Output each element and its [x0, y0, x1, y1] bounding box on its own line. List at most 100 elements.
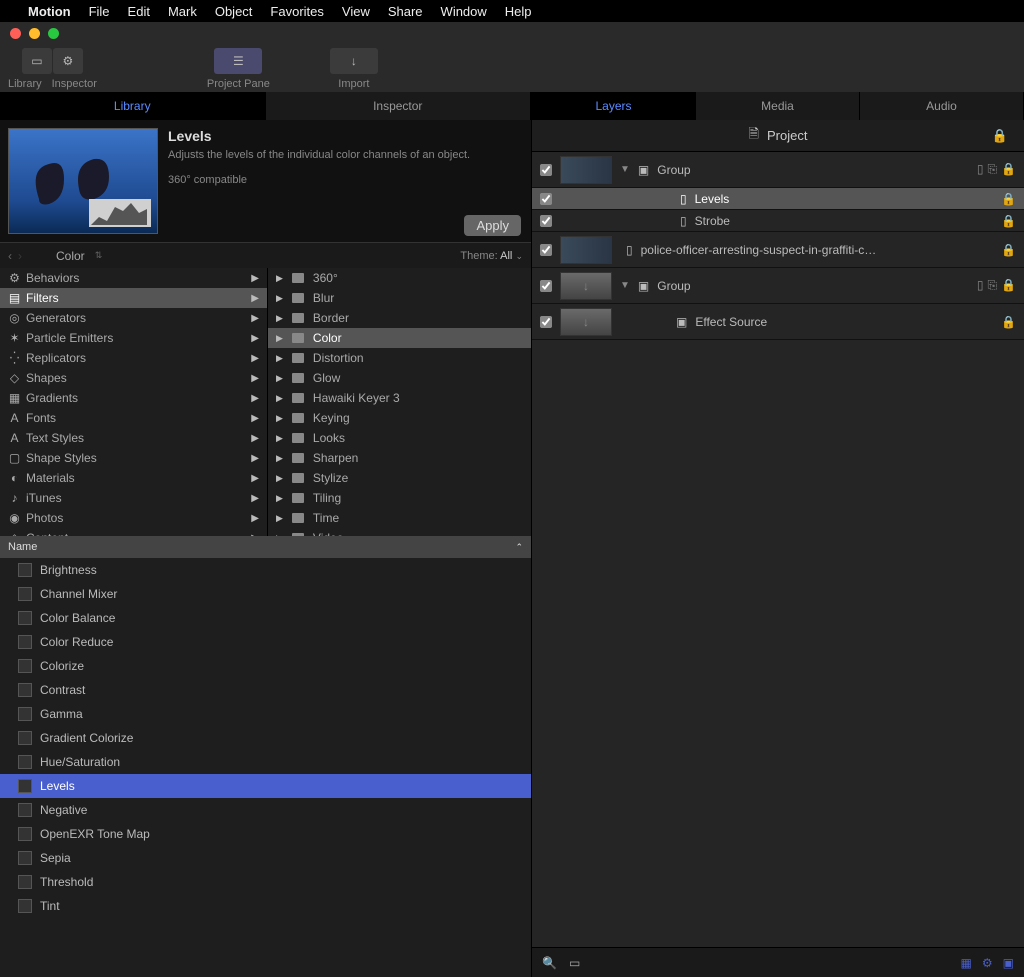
- subcategory-time[interactable]: ▶Time: [268, 508, 531, 528]
- sort-icon[interactable]: ⌃: [515, 542, 523, 553]
- result-gradient-colorize[interactable]: Gradient Colorize: [0, 726, 531, 750]
- layer-name[interactable]: police-officer-arresting-suspect-in-graf…: [641, 243, 993, 257]
- link-icon[interactable]: ⎘: [987, 278, 997, 293]
- link-icon[interactable]: ⎘: [987, 162, 997, 177]
- path-label[interactable]: Color: [56, 249, 85, 263]
- result-gamma[interactable]: Gamma: [0, 702, 531, 726]
- layer-visibility-checkbox[interactable]: [540, 164, 552, 176]
- tab-library[interactable]: Library: [0, 92, 266, 120]
- result-tint[interactable]: Tint: [0, 894, 531, 918]
- layer-name[interactable]: Group: [657, 279, 969, 293]
- menu-object[interactable]: Object: [215, 4, 253, 19]
- library-toggle-button[interactable]: ▭: [22, 48, 52, 74]
- inspector-toggle-button[interactable]: ⚙: [53, 48, 83, 74]
- subcategory-border[interactable]: ▶Border: [268, 308, 531, 328]
- stack-icon[interactable]: ▯: [977, 278, 984, 293]
- menu-share[interactable]: Share: [388, 4, 423, 19]
- category-generators[interactable]: ◎Generators▶: [0, 308, 267, 328]
- layer-row[interactable]: ▼ ▣ Group ▯⎘🔒: [532, 152, 1024, 188]
- subcategory-stylize[interactable]: ▶Stylize: [268, 468, 531, 488]
- category-shape-styles[interactable]: ▢Shape Styles▶: [0, 448, 267, 468]
- layer-name[interactable]: Strobe: [695, 214, 993, 228]
- search-icon[interactable]: 🔍: [542, 956, 557, 970]
- window-icon[interactable]: ▣: [1003, 956, 1014, 970]
- disclosure-toggle[interactable]: ▼: [620, 164, 630, 175]
- result-negative[interactable]: Negative: [0, 798, 531, 822]
- project-pane-button[interactable]: ☰: [214, 48, 262, 74]
- tab-audio[interactable]: Audio: [860, 92, 1024, 120]
- theme-dropdown-icon[interactable]: ⌄: [515, 251, 523, 261]
- tab-inspector[interactable]: Inspector: [266, 92, 532, 120]
- result-brightness[interactable]: Brightness: [0, 558, 531, 582]
- layer-visibility-checkbox[interactable]: [540, 280, 552, 292]
- lock-icon[interactable]: 🔒: [1001, 162, 1016, 177]
- result-levels[interactable]: Levels: [0, 774, 531, 798]
- result-color-balance[interactable]: Color Balance: [0, 606, 531, 630]
- layer-row[interactable]: ↓ ▼ ▣ Group ▯⎘🔒: [532, 268, 1024, 304]
- result-threshold[interactable]: Threshold: [0, 870, 531, 894]
- result-openexr-tone-map[interactable]: OpenEXR Tone Map: [0, 822, 531, 846]
- lock-icon[interactable]: 🔒: [1001, 243, 1016, 257]
- result-color-reduce[interactable]: Color Reduce: [0, 630, 531, 654]
- category-photos[interactable]: ◉Photos▶: [0, 508, 267, 528]
- disclosure-toggle[interactable]: ▼: [620, 280, 630, 291]
- result-sepia[interactable]: Sepia: [0, 846, 531, 870]
- layer-name[interactable]: Levels: [695, 192, 993, 206]
- category-replicators[interactable]: ⁛Replicators▶: [0, 348, 267, 368]
- fit-icon[interactable]: ▭: [569, 956, 580, 970]
- menu-mark[interactable]: Mark: [168, 4, 197, 19]
- app-menu[interactable]: Motion: [28, 4, 71, 19]
- subcategory-tiling[interactable]: ▶Tiling: [268, 488, 531, 508]
- layer-name[interactable]: Effect Source: [695, 315, 993, 329]
- mask-icon[interactable]: ▦: [961, 956, 972, 970]
- nav-back-button[interactable]: ‹: [8, 249, 12, 263]
- category-itunes[interactable]: ♪iTunes▶: [0, 488, 267, 508]
- category-materials[interactable]: ◐Materials▶: [0, 468, 267, 488]
- gear-icon[interactable]: ⚙: [982, 956, 993, 970]
- category-particle-emitters[interactable]: ✶Particle Emitters▶: [0, 328, 267, 348]
- subcategory-looks[interactable]: ▶Looks: [268, 428, 531, 448]
- path-dropdown-icon[interactable]: ⇅: [95, 250, 103, 261]
- result-channel-mixer[interactable]: Channel Mixer: [0, 582, 531, 606]
- lock-icon[interactable]: 🔒: [1001, 192, 1016, 206]
- subcategory-360-[interactable]: ▶360°: [268, 268, 531, 288]
- layer-row[interactable]: ▯ police-officer-arresting-suspect-in-gr…: [532, 232, 1024, 268]
- subcategory-video[interactable]: ▶Video: [268, 528, 531, 536]
- layer-visibility-checkbox[interactable]: [540, 215, 552, 227]
- category-filters[interactable]: ▤Filters▶: [0, 288, 267, 308]
- layer-row[interactable]: ↓ ▣ Effect Source 🔒: [532, 304, 1024, 340]
- menu-edit[interactable]: Edit: [128, 4, 150, 19]
- layer-visibility-checkbox[interactable]: [540, 193, 552, 205]
- menu-file[interactable]: File: [89, 4, 110, 19]
- tab-media[interactable]: Media: [696, 92, 860, 120]
- result-contrast[interactable]: Contrast: [0, 678, 531, 702]
- stack-icon[interactable]: ▯: [977, 162, 984, 177]
- close-window-button[interactable]: [10, 28, 21, 39]
- result-hue-saturation[interactable]: Hue/Saturation: [0, 750, 531, 774]
- layer-row[interactable]: ▯ Strobe 🔒: [532, 210, 1024, 232]
- lock-icon[interactable]: 🔒: [1001, 214, 1016, 228]
- lock-icon[interactable]: 🔒: [992, 128, 1008, 144]
- category-shapes[interactable]: ◇Shapes▶: [0, 368, 267, 388]
- project-row[interactable]: 🗎 Project 🔒: [532, 120, 1024, 152]
- menu-favorites[interactable]: Favorites: [270, 4, 323, 19]
- subcategory-color[interactable]: ▶Color: [268, 328, 531, 348]
- tab-layers[interactable]: Layers: [532, 92, 696, 120]
- maximize-window-button[interactable]: [48, 28, 59, 39]
- results-header[interactable]: Name ⌃: [0, 536, 531, 558]
- menu-window[interactable]: Window: [441, 4, 487, 19]
- apply-button[interactable]: Apply: [464, 215, 521, 236]
- category-text-styles[interactable]: AText Styles▶: [0, 428, 267, 448]
- category-content[interactable]: ◈Content▶: [0, 528, 267, 536]
- category-gradients[interactable]: ▦Gradients▶: [0, 388, 267, 408]
- subcategory-keying[interactable]: ▶Keying: [268, 408, 531, 428]
- menu-help[interactable]: Help: [505, 4, 532, 19]
- layer-row[interactable]: ▯ Levels 🔒: [532, 188, 1024, 210]
- result-colorize[interactable]: Colorize: [0, 654, 531, 678]
- category-fonts[interactable]: AFonts▶: [0, 408, 267, 428]
- lock-icon[interactable]: 🔒: [1001, 278, 1016, 293]
- layer-visibility-checkbox[interactable]: [540, 244, 552, 256]
- subcategory-glow[interactable]: ▶Glow: [268, 368, 531, 388]
- subcategory-blur[interactable]: ▶Blur: [268, 288, 531, 308]
- subcategory-sharpen[interactable]: ▶Sharpen: [268, 448, 531, 468]
